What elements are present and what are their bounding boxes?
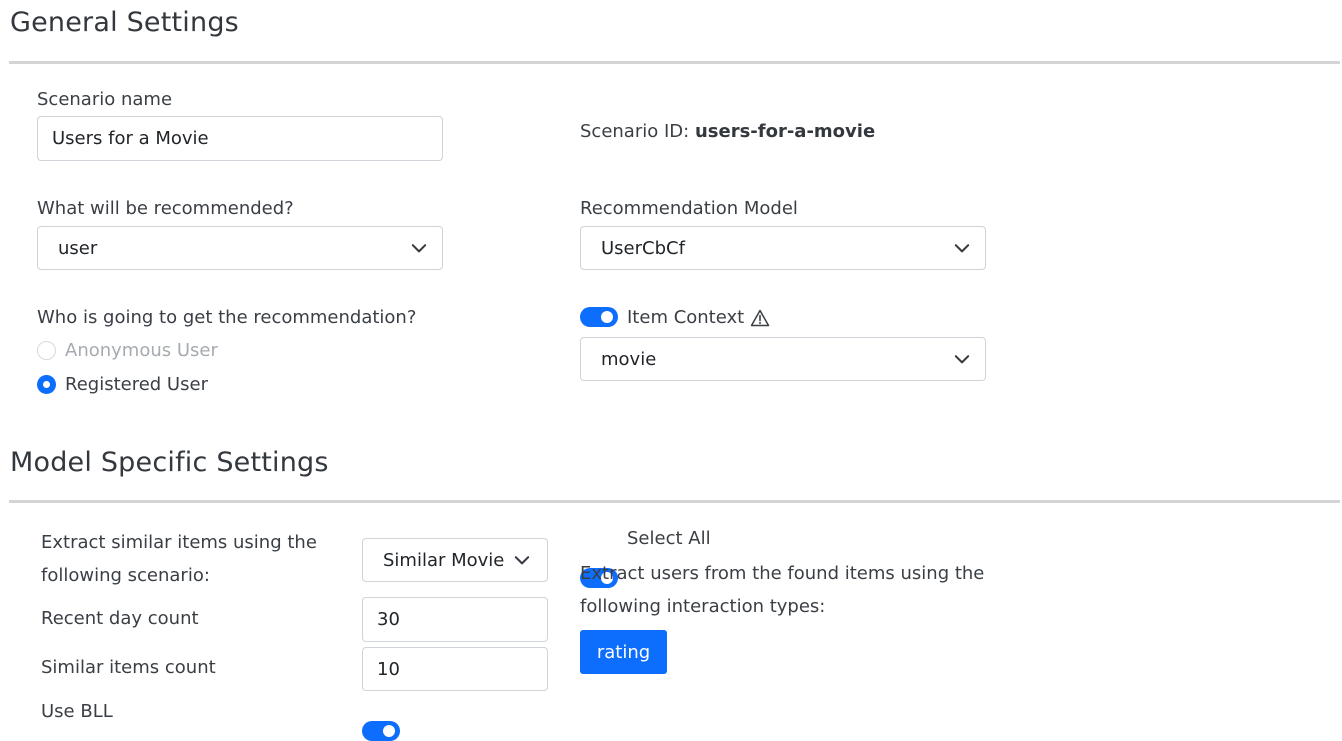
interaction-types-label-line1: Extract users from the found items using… — [580, 563, 985, 584]
use-bll-toggle[interactable] — [362, 721, 400, 741]
recent-day-count-label: Recent day count — [41, 608, 199, 629]
model-select[interactable]: UserCbCf — [580, 226, 986, 270]
chevron-down-icon — [954, 355, 970, 364]
model-label: Recommendation Model — [580, 198, 798, 219]
radio-anonymous-user[interactable] — [37, 341, 56, 360]
scenario-id-label: Scenario ID: — [580, 121, 690, 142]
recommended-value: user — [58, 237, 98, 259]
extract-scenario-label-line1: Extract similar items using the — [41, 532, 317, 553]
item-context-select[interactable]: movie — [580, 337, 986, 381]
similar-items-count-input[interactable]: 10 — [362, 647, 548, 691]
radio-registered-user[interactable] — [37, 375, 56, 394]
scenario-name-value: Users for a Movie — [52, 128, 209, 149]
radio-registered-user-label: Registered User — [65, 374, 208, 395]
chevron-down-icon — [514, 556, 530, 565]
recent-day-count-input[interactable]: 30 — [362, 597, 548, 642]
warning-icon — [750, 309, 770, 326]
chevron-down-icon — [411, 244, 427, 253]
model-value: UserCbCf — [601, 237, 685, 259]
scenario-name-input[interactable]: Users for a Movie — [37, 116, 443, 161]
item-context-toggle[interactable] — [580, 307, 618, 327]
recommended-label: What will be recommended? — [37, 198, 294, 219]
radio-anonymous-user-label: Anonymous User — [65, 340, 218, 361]
model-specific-divider — [9, 500, 1340, 503]
scenario-id: Scenario ID: users-for-a-movie — [580, 121, 875, 142]
model-specific-title: Model Specific Settings — [10, 447, 329, 478]
item-context-value: movie — [601, 348, 657, 370]
similar-items-count-label: Similar items count — [41, 657, 216, 678]
item-context-label: Item Context — [627, 307, 745, 328]
use-bll-label: Use BLL — [41, 701, 113, 722]
extract-scenario-select[interactable]: Similar Movie — [362, 538, 548, 582]
extract-scenario-label-line2: following scenario: — [41, 565, 210, 586]
scenario-name-label: Scenario name — [37, 89, 173, 110]
recommended-select[interactable]: user — [37, 226, 443, 270]
general-settings-title: General Settings — [10, 7, 239, 38]
chevron-down-icon — [954, 244, 970, 253]
extract-scenario-value: Similar Movie — [383, 549, 505, 571]
recent-day-count-value: 30 — [377, 609, 400, 630]
scenario-id-value: users-for-a-movie — [694, 121, 876, 142]
audience-label: Who is going to get the recommendation? — [37, 307, 417, 328]
select-all-label: Select All — [627, 528, 711, 549]
general-settings-divider — [9, 61, 1340, 64]
similar-items-count-value: 10 — [377, 658, 400, 680]
item-context: Item Context — [627, 307, 770, 328]
interaction-types-label-line2: following interaction types: — [580, 596, 826, 617]
interaction-type-chip[interactable]: rating — [580, 630, 667, 674]
